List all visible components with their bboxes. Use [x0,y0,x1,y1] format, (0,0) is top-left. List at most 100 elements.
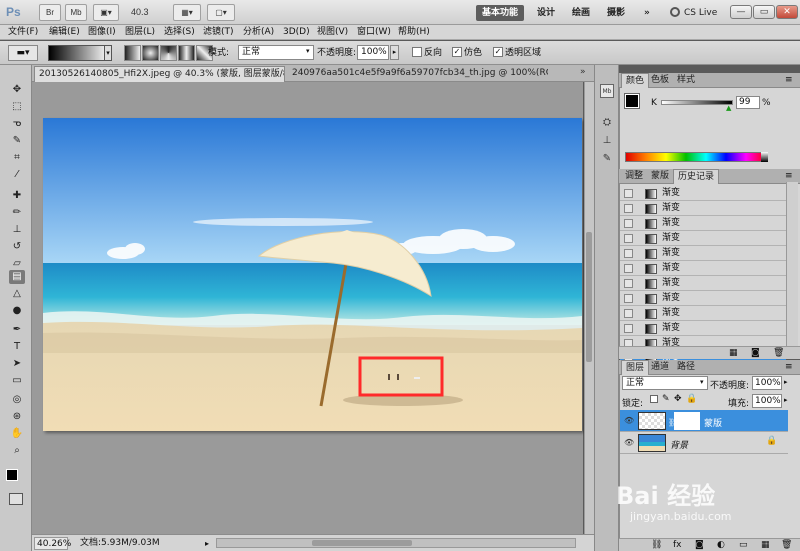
tab-swatches[interactable]: 色板 [647,73,673,88]
more-workspaces-button[interactable]: » [638,5,656,21]
pen-tool-icon[interactable]: ✒ [9,323,25,337]
cs-live-button[interactable]: CS Live [684,5,717,21]
menu-file[interactable]: 文件(F) [8,25,38,40]
hand-tool-icon[interactable]: ✋ [9,427,25,441]
quick-mask-icon[interactable] [9,493,23,505]
workspace-photography[interactable]: 摄影 [601,5,631,21]
layer-name-background[interactable]: 背景 [670,438,688,451]
tool-presets-icon[interactable]: ⛭ [600,116,614,130]
path-selection-tool-icon[interactable]: ➤ [9,357,25,371]
tab-document-active[interactable]: 20130526140805_Hfi2X.jpeg @ 40.3% (蒙版, 图… [34,66,285,82]
mode-select[interactable]: 正常 [238,45,314,60]
menu-view[interactable]: 视图(V) [317,25,348,40]
link-layers-icon[interactable]: ⛓ [651,540,662,550]
menu-help[interactable]: 帮助(H) [398,25,430,40]
brush-presets-icon[interactable]: ✎ [600,152,614,166]
color-foreground-swatch[interactable] [624,93,640,109]
screen-mode-button[interactable]: ▢▾ [207,4,235,21]
lock-position-icon[interactable]: ✥ [674,394,682,404]
workspace-design[interactable]: 设计 [531,5,561,21]
eyedropper-tool-icon[interactable]: ⁄ [9,168,25,182]
healing-brush-tool-icon[interactable]: ✚ [9,189,25,203]
opacity-slider-button[interactable]: ▸ [390,45,399,60]
close-button[interactable]: ✕ [776,5,798,19]
bridge-button[interactable]: Br [39,4,61,21]
mini-bridge-button[interactable]: Mb [65,4,87,21]
history-brush-source-box[interactable] [624,264,633,273]
tab-adjustments[interactable]: 调整 [621,169,647,184]
lock-image-icon[interactable]: ✎ [662,394,670,404]
dither-checkbox[interactable]: ✓ [452,47,462,57]
new-group-icon[interactable]: ▭ [739,540,748,550]
clone-source-icon[interactable]: ⊥ [600,134,614,148]
tab-channels[interactable]: 通道 [647,360,673,375]
menu-select[interactable]: 选择(S) [164,25,195,40]
reflected-gradient-button[interactable] [178,45,195,61]
lasso-tool-icon[interactable]: ᓀ [9,117,25,131]
history-state-row[interactable]: 渐变 [620,277,786,291]
fill-input[interactable]: 100% [752,394,782,408]
k-slider-handle-icon[interactable]: ▲ [726,104,731,112]
gradient-tool-icon[interactable]: ▤ [9,270,25,284]
maximize-button[interactable]: ▭ [753,5,775,19]
document-canvas-image[interactable] [43,118,582,431]
status-menu-icon[interactable]: ▸ [205,539,209,548]
menu-3d[interactable]: 3D(D) [283,25,310,40]
black-white-ramp[interactable] [761,152,768,162]
menu-analysis[interactable]: 分析(A) [243,25,274,40]
layer-visibility-eye-icon[interactable]: 👁 [624,416,634,426]
history-brush-source-box[interactable] [624,204,633,213]
blur-tool-icon[interactable]: △ [9,287,25,301]
k-slider-track[interactable] [661,100,733,105]
dodge-tool-icon[interactable]: ● [9,304,25,318]
tab-color[interactable]: 颜色 [621,73,650,88]
workspace-painting[interactable]: 绘画 [566,5,596,21]
menu-image[interactable]: 图像(I) [88,25,116,40]
tab-document-2[interactable]: 240976aa501c4e5f9a9f6a59707fcb34_th.jpg … [288,66,548,82]
crop-tool-icon[interactable]: ⌗ [9,151,25,165]
linear-gradient-button[interactable] [124,45,141,61]
reverse-checkbox[interactable] [412,47,422,57]
shape-tool-icon[interactable]: ▭ [9,374,25,388]
marquee-tool-icon[interactable]: ⬚ [9,100,25,114]
history-brush-source-box[interactable] [624,249,633,258]
menu-edit[interactable]: 编辑(E) [49,25,80,40]
clone-stamp-tool-icon[interactable]: ⊥ [9,223,25,237]
gradient-picker[interactable] [48,45,110,61]
add-mask-icon[interactable]: ◙ [695,540,704,550]
3d-orbit-tool-icon[interactable]: ⊛ [9,410,25,424]
history-scrollbar[interactable] [786,182,798,346]
tab-layers[interactable]: 图层 [621,360,650,375]
minibridge-panel-icon[interactable]: Mb [600,84,614,98]
gradient-dropdown-icon[interactable]: ▾ [104,45,112,61]
tab-styles[interactable]: 样式 [673,73,699,88]
foreground-color-swatch[interactable] [6,469,18,481]
brush-tool-icon[interactable]: ✏ [9,206,25,220]
history-state-row[interactable]: 渐变 [620,262,786,276]
move-tool-icon[interactable]: ✥ [9,83,25,97]
eraser-tool-icon[interactable]: ▱ [9,257,25,271]
fill-slider-icon[interactable]: ▸ [784,396,788,404]
tab-masks[interactable]: 蒙版 [647,169,673,184]
type-tool-icon[interactable]: T [9,340,25,354]
more-tabs-icon[interactable]: » [580,67,586,77]
view-extras-button[interactable]: ▣▾ [93,4,119,21]
color-spectrum-bar[interactable] [625,152,767,162]
k-value-input[interactable]: 99 [736,96,760,109]
menu-filter[interactable]: 滤镜(T) [203,25,234,40]
history-state-row[interactable]: 渐变 [620,217,786,231]
history-panel-menu-icon[interactable]: ≡ [785,171,793,181]
history-brush-source-box[interactable] [624,189,633,198]
history-state-row[interactable]: 渐变 [620,202,786,216]
history-state-row[interactable]: 渐变 [620,292,786,306]
snapshot-from-state-icon[interactable]: ▦ [729,348,738,358]
tab-history[interactable]: 历史记录 [673,169,720,184]
history-brush-source-box[interactable] [624,219,633,228]
layer-opacity-slider-icon[interactable]: ▸ [784,378,788,386]
zoom-tool-icon[interactable]: ⌕ [9,444,25,458]
layer-name-mask[interactable]: 蒙版 [704,416,722,429]
history-brush-source-box[interactable] [624,294,633,303]
vertical-scrollbar-thumb[interactable] [586,232,592,362]
lock-all-icon[interactable]: 🔒 [686,394,697,404]
delete-layer-icon[interactable]: 🗑 [781,540,792,550]
